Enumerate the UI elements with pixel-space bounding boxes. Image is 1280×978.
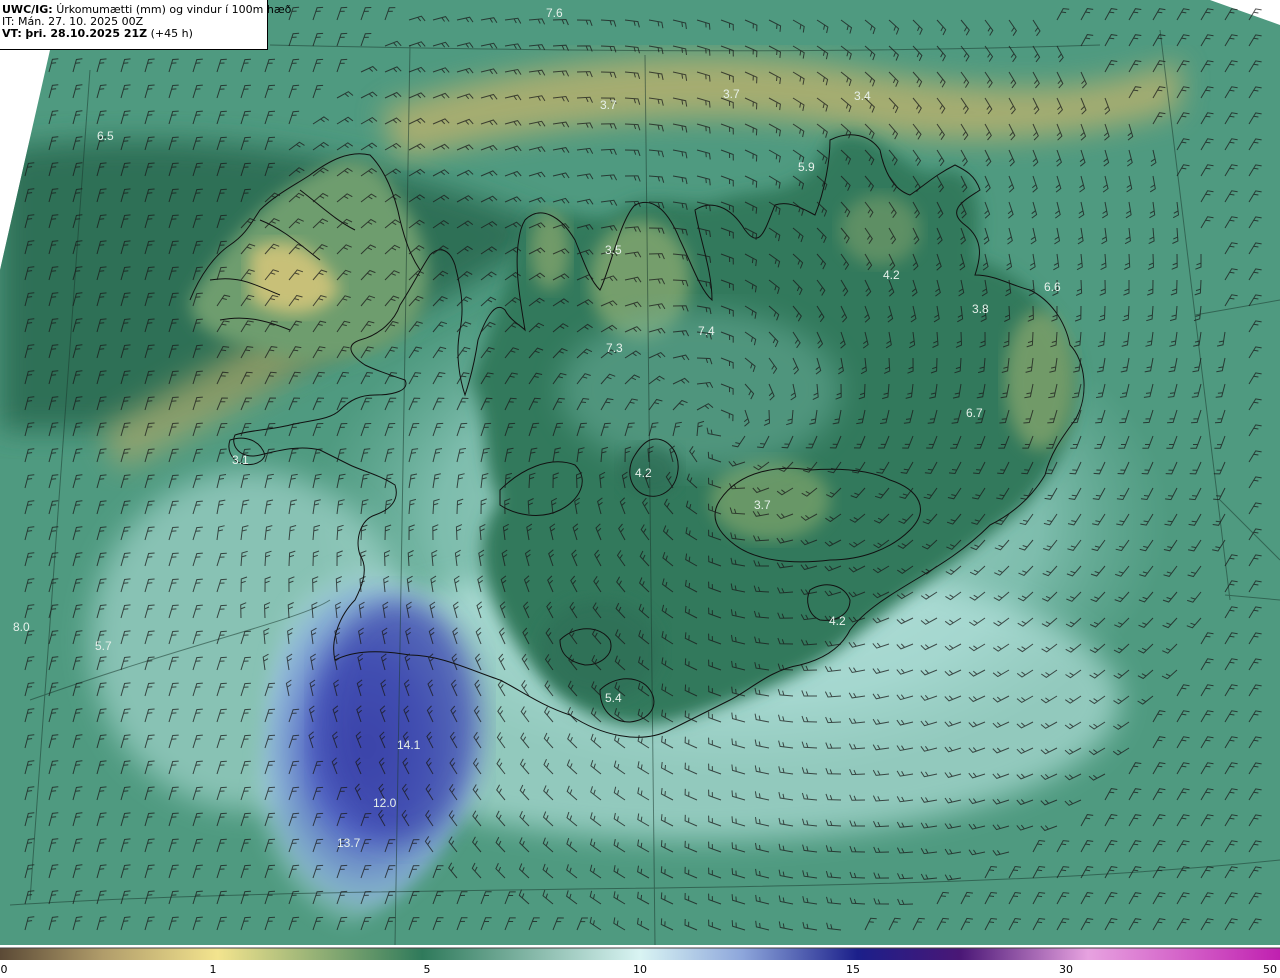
lead-time: (+45 h) bbox=[150, 27, 193, 40]
value-label: 4.2 bbox=[829, 614, 846, 628]
value-label: 3.7 bbox=[723, 87, 740, 101]
precipitation-map: 7.6 3.7 3.7 3.4 6.5 5.9 3.5 4.2 6.6 3.8 … bbox=[0, 0, 1280, 978]
value-label: 3.7 bbox=[600, 98, 617, 112]
value-label: 7.3 bbox=[606, 341, 623, 355]
colorbar bbox=[0, 948, 1280, 960]
value-label: 4.2 bbox=[635, 466, 652, 480]
value-label: 5.4 bbox=[605, 691, 622, 705]
value-label: 3.1 bbox=[232, 453, 249, 467]
value-label: 3.4 bbox=[854, 89, 871, 103]
colorbar-tick: 50 bbox=[1263, 963, 1277, 976]
value-label: 7.6 bbox=[546, 6, 563, 20]
value-label: 13.7 bbox=[337, 836, 361, 850]
value-label: 6.7 bbox=[966, 406, 983, 420]
valid-time: þri. 28.10.2025 21Z bbox=[25, 27, 148, 40]
colorbar-tick: 10 bbox=[633, 963, 647, 976]
value-label: 5.7 bbox=[95, 639, 112, 653]
map-title-box: UWC/IG: Úrkomumætti (mm) og vindur í 100… bbox=[0, 0, 291, 50]
value-label: 12.0 bbox=[373, 796, 397, 810]
value-label: 6.6 bbox=[1044, 280, 1061, 294]
colorbar-tick: 0 bbox=[0, 963, 8, 976]
colorbar-tick: 1 bbox=[209, 963, 217, 976]
value-label: 3.8 bbox=[972, 302, 989, 316]
map-canvas: 7.6 3.7 3.7 3.4 6.5 5.9 3.5 4.2 6.6 3.8 … bbox=[0, 0, 1280, 960]
value-label: 14.1 bbox=[397, 738, 421, 752]
value-label: 5.9 bbox=[798, 160, 815, 174]
value-label: 7.4 bbox=[698, 324, 715, 338]
colorbar-tick: 5 bbox=[423, 963, 431, 976]
value-label: 4.2 bbox=[883, 268, 900, 282]
value-label: 3.5 bbox=[605, 243, 622, 257]
value-label: 3.7 bbox=[754, 498, 771, 512]
valid-prefix: VT: bbox=[2, 27, 22, 40]
value-label: 6.5 bbox=[97, 129, 114, 143]
colorbar-tick: 15 bbox=[846, 963, 860, 976]
colorbar-tick: 30 bbox=[1059, 963, 1073, 976]
value-label: 8.0 bbox=[13, 620, 30, 634]
